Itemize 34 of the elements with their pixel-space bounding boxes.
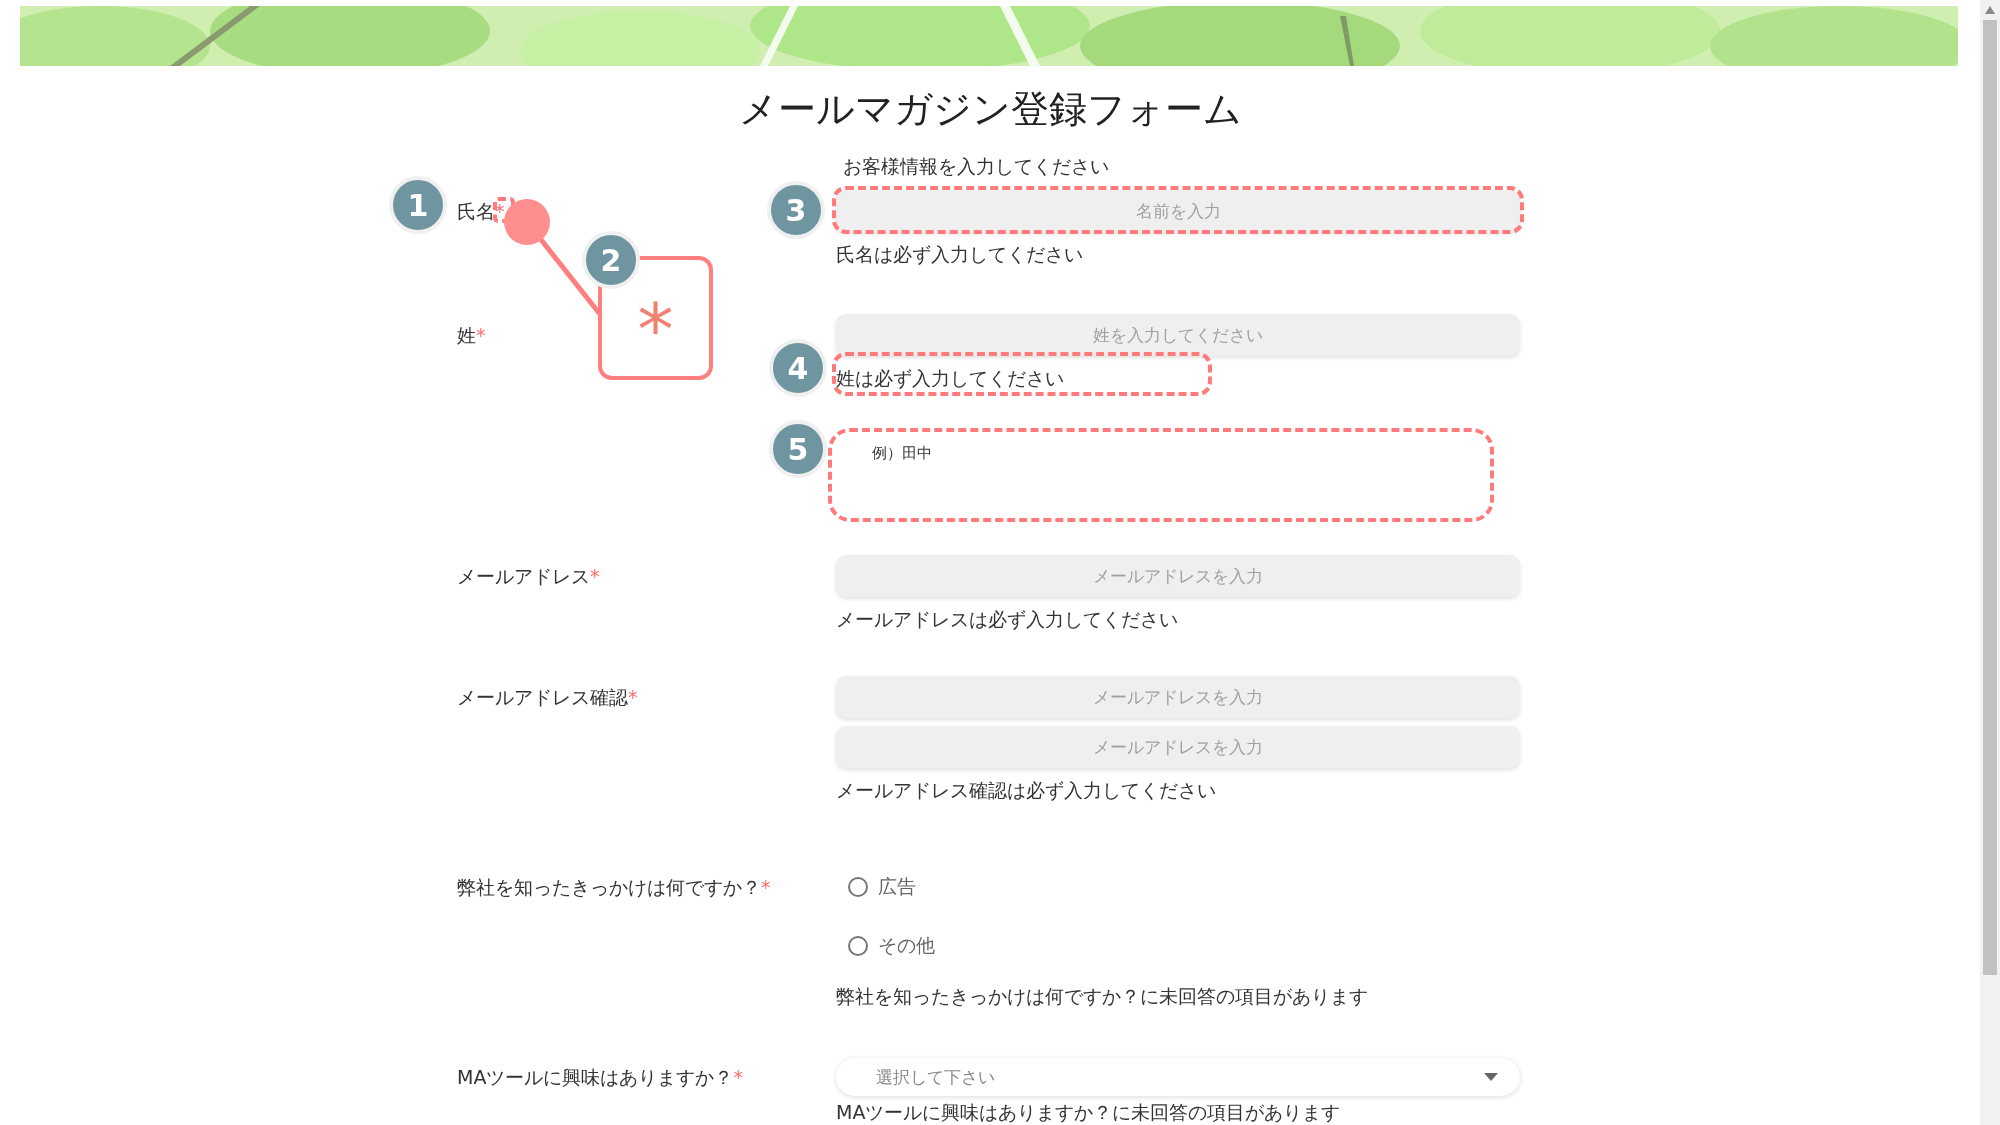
field-label: 姓* <box>457 323 486 348</box>
radio-button[interactable] <box>848 877 868 897</box>
error-message: メールアドレス確認は必ず入力してください <box>836 778 1216 802</box>
scrollbar[interactable] <box>1980 0 2000 1125</box>
step-marker: 1 <box>389 176 447 234</box>
scroll-up-icon[interactable] <box>1985 6 1995 14</box>
select-dropdown[interactable]: 選択して下さい <box>836 1058 1520 1096</box>
caret-icon <box>1484 1073 1498 1081</box>
error-message: メールアドレスは必ず入力してください <box>836 607 1178 631</box>
pointer-dot <box>504 199 550 245</box>
radio-option[interactable]: 広告 <box>848 874 916 900</box>
step-marker: 4 <box>769 339 827 397</box>
radio-option[interactable]: その他 <box>848 933 935 959</box>
text-field[interactable]: 姓を入力してください <box>836 314 1520 356</box>
field-label: メールアドレス* <box>457 564 600 589</box>
example-hint: 例）田中 <box>872 443 932 464</box>
text-field[interactable]: メールアドレスを入力 <box>836 726 1520 768</box>
text-field[interactable]: 名前を入力 <box>836 190 1520 232</box>
page-title: メールマガジン登録フォーム <box>738 86 1242 133</box>
error-message: 氏名は必ず入力してください <box>836 242 1083 266</box>
error-message: 弊社を知ったきっかけは何ですか？に未回答の項目があります <box>836 984 1368 1008</box>
text-field[interactable]: メールアドレスを入力 <box>836 555 1520 597</box>
step-marker: 2 <box>582 231 640 289</box>
section-heading: お客様情報を入力してください <box>842 154 1110 178</box>
error-message: 姓は必ず入力してください <box>836 366 1064 390</box>
error-message: MAツールに興味はありますか？に未回答の項目があります <box>836 1102 1341 1123</box>
text-field[interactable]: メールアドレスを入力 <box>836 676 1520 718</box>
step-marker: 5 <box>769 420 827 478</box>
field-label: メールアドレス確認* <box>457 685 638 710</box>
step-marker: 3 <box>767 181 825 239</box>
field-label: 弊社を知ったきっかけは何ですか？* <box>457 875 771 900</box>
field-label: 氏名* <box>457 199 505 224</box>
radio-button[interactable] <box>848 936 868 956</box>
field-label: MAツールに興味はありますか？* <box>457 1065 743 1090</box>
